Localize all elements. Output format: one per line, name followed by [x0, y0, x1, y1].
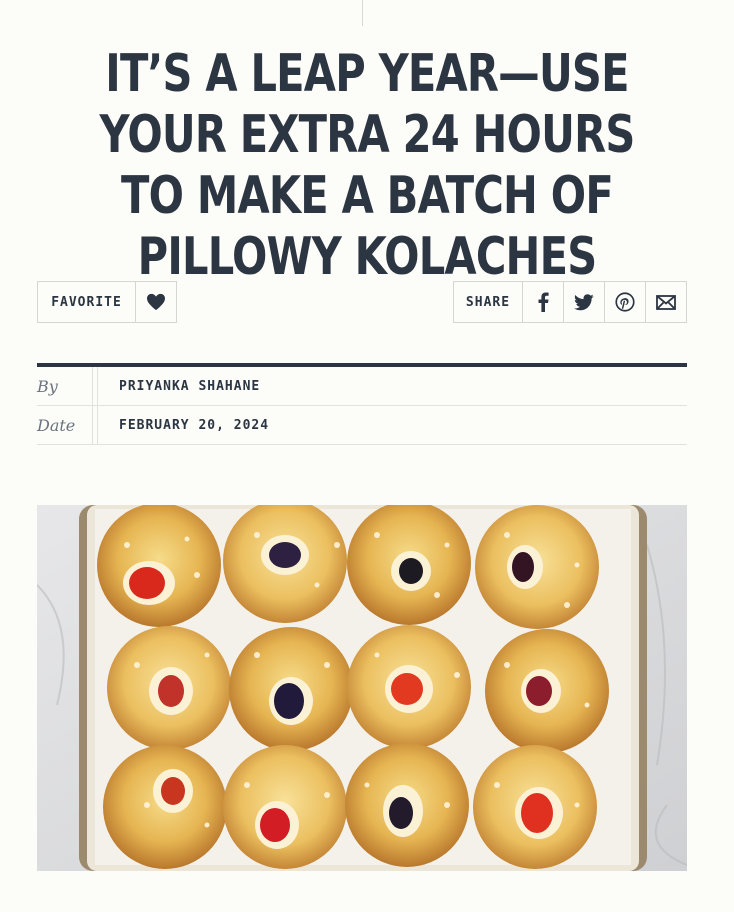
share-pinterest-button[interactable]: [604, 282, 645, 322]
share-facebook-button[interactable]: [522, 282, 563, 322]
favorite-group: FAVORITE: [37, 281, 177, 323]
kolaches-tray-illustration: [37, 505, 687, 871]
publish-date: FEBRUARY 20, 2024: [119, 417, 270, 433]
author-name[interactable]: PRIYANKA SHAHANE: [98, 379, 260, 394]
share-email-button[interactable]: [645, 282, 686, 322]
article-title: IT’S A LEAP YEAR—USE YOUR EXTRA 24 HOURS…: [99, 44, 635, 287]
hero-image: [37, 505, 687, 871]
share-label-cell: SHARE: [454, 282, 522, 322]
facebook-icon: [538, 292, 549, 312]
share-label: SHARE: [465, 294, 511, 310]
email-icon: [656, 294, 676, 310]
heart-icon: [147, 293, 165, 311]
pinterest-icon: [615, 292, 635, 312]
favorite-button[interactable]: FAVORITE: [38, 282, 135, 322]
twitter-icon: [574, 293, 594, 310]
byline-row: By PRIYANKA SHAHANE: [37, 367, 687, 406]
by-label: By: [37, 367, 98, 405]
share-twitter-button[interactable]: [563, 282, 604, 322]
top-divider: [362, 0, 363, 26]
date-row: Date FEBRUARY 20, 2024: [37, 406, 687, 445]
byline-table: By PRIYANKA SHAHANE Date FEBRUARY 20, 20…: [37, 363, 687, 445]
favorite-heart-button[interactable]: [135, 282, 176, 322]
date-label: Date: [37, 406, 98, 444]
share-group: SHARE: [453, 281, 687, 323]
favorite-label: FAVORITE: [51, 294, 122, 310]
